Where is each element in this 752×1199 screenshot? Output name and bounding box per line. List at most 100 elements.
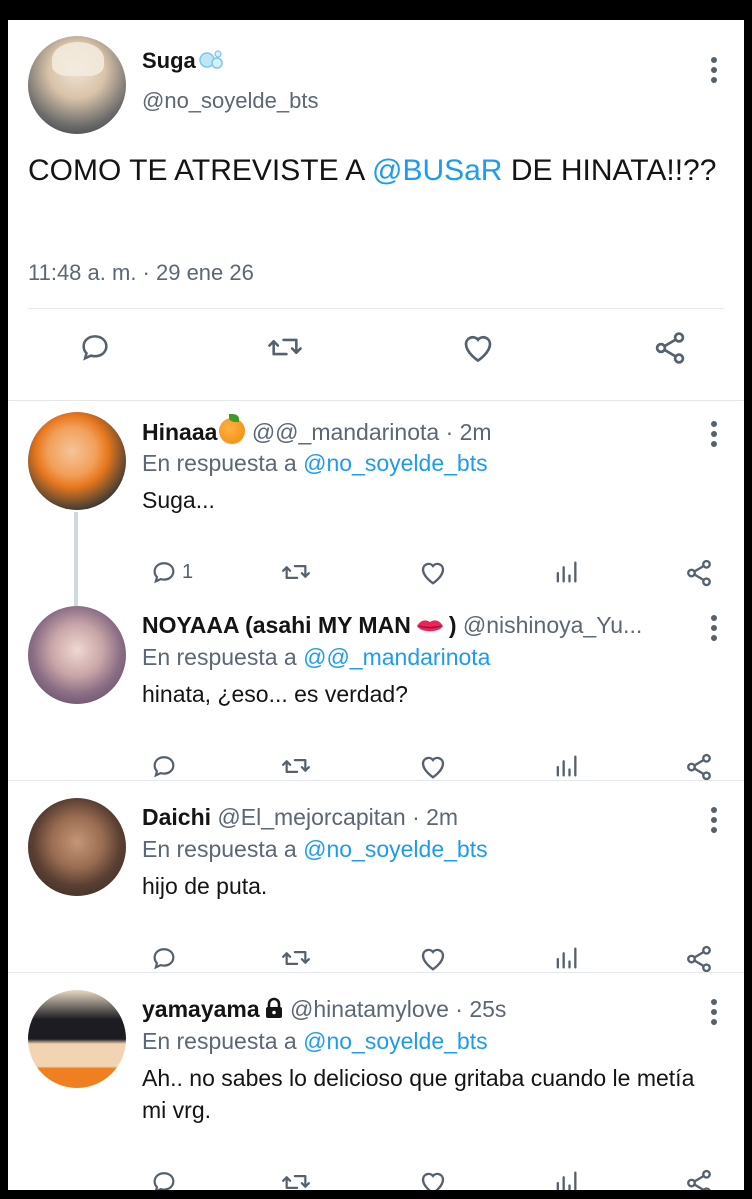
analytics-button[interactable] [552,752,580,780]
avatar[interactable] [28,798,126,896]
reply-tweet[interactable]: Daichi @El_mejorcapitan · 2m En respuest… [8,788,744,978]
reply-header: yamayama @hinatamylove · 25s [142,996,506,1023]
analytics-button[interactable] [552,1168,580,1190]
reply-text: hijo de puta. [142,873,268,899]
reply-icon [82,335,108,361]
analytics-icon [556,755,577,777]
reply-icon [153,948,175,970]
reply-button[interactable] [150,944,178,972]
author-name[interactable]: Hinaaa [142,419,217,445]
reply-icon [153,562,175,584]
divider [28,308,724,309]
like-icon [421,1172,445,1190]
bubbles-icon [199,50,223,69]
author-handle[interactable]: @El_mejorcapitan · 2m [217,804,458,830]
like-button[interactable] [418,558,448,586]
reply-text: hinata, ¿eso... es verdad? [142,681,408,707]
avatar[interactable] [28,412,126,510]
divider [8,400,744,401]
retweet-button[interactable] [266,330,304,364]
tweet-timestamp[interactable]: 11:48 a. m. · 29 ene 26 [28,260,254,286]
more-vert-icon[interactable] [708,806,720,834]
lock-icon [265,997,282,1018]
retweet-button[interactable] [280,944,312,972]
more-vert-icon[interactable] [708,420,720,448]
in-reply-to: En respuesta a @no_soyelde_bts [142,836,488,862]
reply-text: Suga... [142,487,215,513]
reply-button[interactable] [78,330,112,364]
avatar[interactable] [28,36,126,134]
mention-link[interactable]: @@_mandarinota [303,644,490,670]
mention-link[interactable]: @no_soyelde_bts [303,1028,487,1054]
in-reply-to: En respuesta a @@_mandarinota [142,644,491,670]
retweet-icon [268,338,302,356]
reply-actions [142,1168,722,1190]
in-reply-to: En respuesta a @no_soyelde_bts [142,450,488,476]
share-button[interactable] [684,558,714,588]
share-icon [687,945,711,973]
like-button[interactable] [418,1168,448,1190]
author-name[interactable]: Daichi [142,804,211,830]
reply-header: Daichi @El_mejorcapitan · 2m [142,804,458,831]
share-icon [655,332,685,364]
mention-link[interactable]: @no_soyelde_bts [303,836,487,862]
lips-emoji-icon [416,620,443,632]
mention-link[interactable]: @BUSaR [372,154,503,187]
reply-button[interactable] [150,752,178,780]
reply-actions [142,944,722,980]
retweet-button[interactable] [280,752,312,780]
tweet-actions [8,330,744,380]
author-handle[interactable]: @no_soyelde_bts [142,88,318,114]
reply-header: Hinaaa @@_mandarinota · 2m [142,414,492,446]
top-black-bar [0,0,752,20]
share-icon [687,1169,711,1190]
retweet-button[interactable] [280,1168,312,1190]
share-icon [687,753,711,781]
reply-actions: 1 [142,558,722,594]
retweet-icon [282,1175,310,1189]
like-button[interactable] [418,752,448,780]
author-name[interactable]: Suga [142,48,224,74]
retweet-icon [282,951,310,965]
retweet-button[interactable] [280,558,312,586]
share-button[interactable] [684,944,714,974]
analytics-button[interactable] [552,558,580,586]
like-icon [421,756,445,779]
reply-tweet[interactable]: NOYAAA (asahi MY MAN) @nishinoya_Yu... E… [8,596,744,786]
reply-button[interactable]: 1 [150,558,193,586]
more-vert-icon[interactable] [708,56,720,84]
reply-text: Ah.. no sabes lo delicioso que gritaba c… [142,1065,695,1123]
author-handle[interactable]: @@_mandarinota · 2m [252,419,492,445]
share-icon [687,559,711,587]
reply-button[interactable] [150,1168,178,1190]
like-button[interactable] [460,330,496,364]
reply-icon [153,756,175,778]
share-button[interactable] [652,330,688,366]
more-vert-icon[interactable] [708,998,720,1026]
mention-link[interactable]: @no_soyelde_bts [303,450,487,476]
avatar[interactable] [28,990,126,1088]
retweet-icon [282,759,310,773]
like-icon [421,948,445,971]
author-handle[interactable]: @nishinoya_Yu... [463,612,642,638]
main-tweet: Suga @no_soyelde_bts COMO TE ATREVISTE A… [8,20,744,398]
reply-tweet[interactable]: yamayama @hinatamylove · 25s En respuest… [8,980,744,1190]
avatar[interactable] [28,606,126,704]
divider [8,972,744,973]
share-button[interactable] [684,1168,714,1190]
retweet-icon [282,565,310,579]
divider [8,780,744,781]
like-button[interactable] [418,944,448,972]
author-name[interactable]: yamayama [142,996,260,1022]
like-icon [464,335,492,363]
reply-actions [142,752,722,788]
author-name[interactable]: NOYAAA (asahi MY MAN) [142,612,456,638]
more-vert-icon[interactable] [708,614,720,642]
author-handle[interactable]: @hinatamylove · 25s [290,996,506,1022]
analytics-icon [556,1171,577,1190]
reply-tweet[interactable]: Hinaaa @@_mandarinota · 2m En respuesta … [8,402,744,592]
reply-header: NOYAAA (asahi MY MAN) @nishinoya_Yu... [142,612,642,639]
tweet-text: COMO TE ATREVISTE A @BUSaR DE HINATA!!?? [28,154,717,187]
analytics-button[interactable] [552,944,580,972]
share-button[interactable] [684,752,714,782]
